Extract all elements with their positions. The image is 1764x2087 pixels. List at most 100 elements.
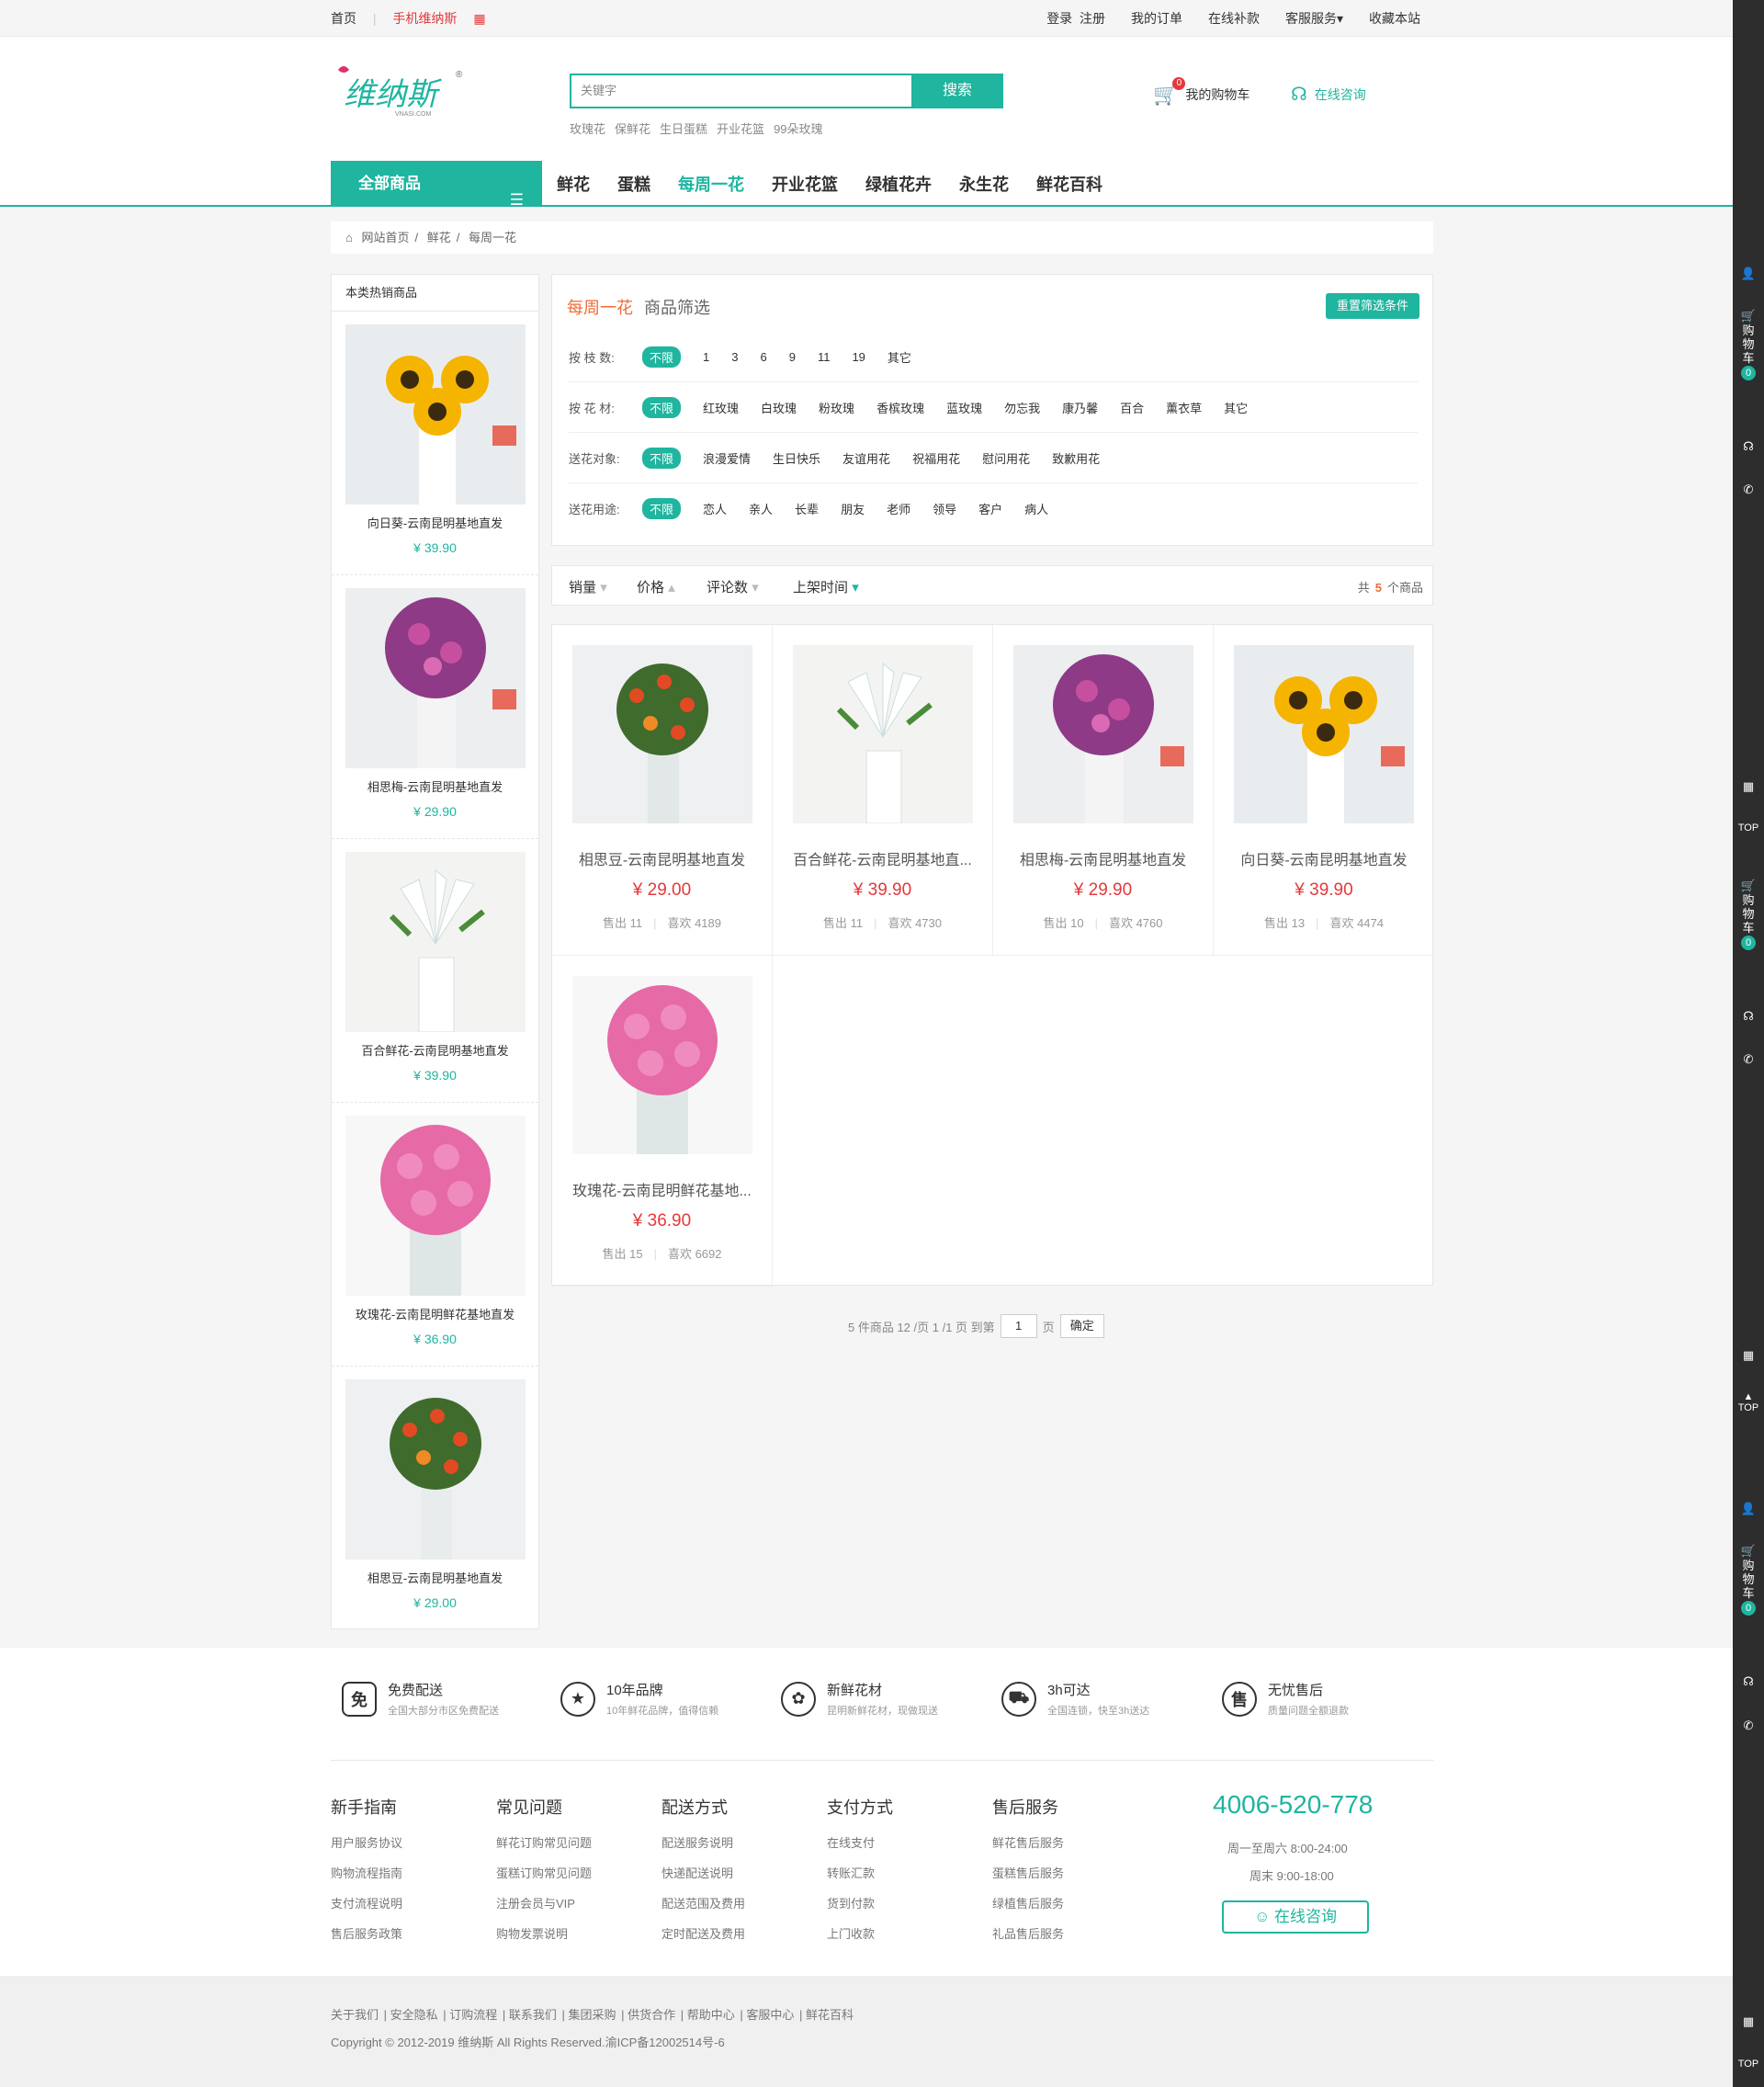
logo[interactable]: 维纳斯 ® VNASI.COM [331,61,478,119]
product-card[interactable]: 玫瑰花-云南昆明鲜花基地... ¥ 36.90 售出 15 | 喜欢 6692 [552,956,773,1287]
sidebar-product[interactable]: 百合鲜花-云南昆明基地直发 ¥ 39.90 [332,839,538,1103]
footer-link[interactable]: 鲜花售后服务 [992,1833,1064,1851]
filter-option-selected[interactable]: 不限 [642,498,682,519]
nav-item[interactable]: 鲜花百科 [1036,172,1102,196]
filter-option[interactable]: 白玫瑰 [761,399,797,416]
sidebar-product[interactable]: 玫瑰花-云南昆明鲜花基地直发 ¥ 36.90 [332,1103,538,1367]
sort-sales[interactable]: 销量 ▾ [569,577,607,596]
footer-link[interactable]: 快递配送说明 [662,1864,745,1881]
product-card[interactable]: 相思豆-云南昆明基地直发 ¥ 29.00 售出 11 | 喜欢 4189 [552,625,773,956]
filter-option[interactable]: 老师 [887,500,910,517]
bottom-link[interactable]: 订购流程 [449,2008,497,2022]
product-name[interactable]: 相思梅-云南昆明基地直发 [993,847,1213,869]
footer-link[interactable]: 上门收款 [827,1924,893,1942]
bottom-link[interactable]: 集团采购 [569,2008,616,2022]
footer-link[interactable]: 定时配送及费用 [662,1924,745,1942]
bottom-link[interactable]: 客服中心 [746,2008,794,2022]
filter-option[interactable]: 香槟玫瑰 [876,399,924,416]
back-to-top[interactable]: TOP [1733,822,1764,834]
filter-option[interactable]: 祝福用花 [912,449,960,467]
headset-icon[interactable]: ☊ [1733,1009,1764,1024]
filter-option[interactable]: 粉玫瑰 [819,399,854,416]
nav-item[interactable]: 开业花篮 [772,172,838,196]
product-card[interactable]: 相思梅-云南昆明基地直发 ¥ 29.90 售出 10 | 喜欢 4760 [993,625,1214,956]
reset-filter-button[interactable]: 重置筛选条件 [1325,293,1419,319]
bottom-link[interactable]: 安全隐私 [390,2008,438,2022]
product-name[interactable]: 相思梅-云南昆明基地直发 [332,777,538,795]
bottom-link[interactable]: 鲜花百科 [806,2008,854,2022]
filter-option[interactable]: 客户 [978,500,1002,517]
filter-option[interactable]: 其它 [1224,399,1248,416]
sidebar-product[interactable]: 相思豆-云南昆明基地直发 ¥ 29.00 [332,1367,538,1630]
product-card[interactable]: 向日葵-云南昆明基地直发 ¥ 39.90 售出 13 | 喜欢 4474 [1214,625,1434,956]
filter-option[interactable]: 浪漫爱情 [703,449,751,467]
nav-item[interactable]: 蛋糕 [617,172,650,196]
sidebar-product[interactable]: 向日葵-云南昆明基地直发 ¥ 39.90 [332,312,538,575]
filter-option[interactable]: 11 [818,350,831,364]
online-consult-button[interactable]: ☺ 在线咨询 [1222,1900,1369,1934]
crumb-link[interactable]: 鲜花 [427,231,451,244]
footer-link[interactable]: 配送服务说明 [662,1833,745,1851]
filter-option[interactable]: 其它 [888,348,911,366]
filter-option[interactable]: 红玫瑰 [703,399,739,416]
favorite-link[interactable]: 收藏本站 [1369,0,1420,37]
sidebar-product[interactable]: 相思梅-云南昆明基地直发 ¥ 29.90 [332,575,538,839]
product-name[interactable]: 百合鲜花-云南昆明基地直... [773,847,992,869]
home-link[interactable]: 首页 [331,11,356,26]
filter-option[interactable]: 病人 [1024,500,1048,517]
footer-link[interactable]: 用户服务协议 [331,1833,402,1851]
pay-link[interactable]: 在线补款 [1208,0,1260,37]
footer-link[interactable]: 购物发票说明 [496,1924,592,1942]
page-go-button[interactable]: 确定 [1059,1314,1104,1338]
product-card[interactable]: 百合鲜花-云南昆明基地直... ¥ 39.90 售出 11 | 喜欢 4730 [773,625,993,956]
product-name[interactable]: 玫瑰花-云南昆明鲜花基地直发 [332,1305,538,1322]
headset-icon[interactable]: ☊ [1733,1674,1764,1689]
toolbar-cart[interactable]: 🛒 购物车 0 [1733,879,1764,950]
filter-option[interactable]: 百合 [1120,399,1144,416]
footer-link[interactable]: 配送范围及费用 [662,1894,745,1911]
phone-icon[interactable]: ✆ [1733,1718,1764,1733]
nav-item[interactable]: 鲜花 [557,172,590,196]
product-image[interactable] [345,324,526,505]
filter-option[interactable]: 生日快乐 [773,449,820,467]
consult-link[interactable]: ☊ 在线咨询 [1291,83,1366,106]
filter-option[interactable]: 朋友 [841,500,865,517]
product-name[interactable]: 百合鲜花-云南昆明基地直发 [332,1041,538,1059]
product-image[interactable] [345,852,526,1033]
nav-item[interactable]: 每周一花 [678,172,744,196]
qrcode-icon[interactable]: ▦ [1733,2014,1764,2029]
filter-option[interactable]: 6 [760,350,766,364]
user-icon[interactable]: 👤 [1733,267,1764,281]
orders-link[interactable]: 我的订单 [1131,0,1182,37]
footer-link[interactable]: 鲜花订购常见问题 [496,1833,592,1851]
filter-option-selected[interactable]: 不限 [642,447,682,469]
filter-option[interactable]: 19 [852,350,865,364]
filter-option[interactable]: 薰衣草 [1166,399,1202,416]
product-image[interactable] [571,645,752,823]
filter-option[interactable]: 友谊用花 [842,449,890,467]
filter-option[interactable]: 9 [789,350,796,364]
toolbar-cart[interactable]: 🛒 购物车 0 [1733,1544,1764,1616]
hot-keyword[interactable]: 99朵玫瑰 [774,119,822,137]
bottom-link[interactable]: 关于我们 [331,2008,379,2022]
product-image[interactable] [1012,645,1193,823]
product-image[interactable] [792,645,973,824]
filter-option[interactable]: 慰问用花 [982,449,1030,467]
crumb-link[interactable]: 网站首页 [361,231,409,244]
bottom-link[interactable]: 帮助中心 [687,2008,735,2022]
user-icon[interactable]: 👤 [1733,1502,1764,1516]
nav-item[interactable]: 永生花 [959,172,1009,196]
filter-option-selected[interactable]: 不限 [642,396,682,418]
filter-option[interactable]: 蓝玫瑰 [946,399,982,416]
back-to-top[interactable]: TOP [1733,2059,1764,2070]
footer-link[interactable]: 蛋糕订购常见问题 [496,1864,592,1881]
login-link[interactable]: 登录 [1046,11,1072,26]
cart-link[interactable]: 🛒 0 我的购物车 [1153,77,1250,107]
product-image[interactable] [345,1379,526,1560]
bottom-link[interactable]: 联系我们 [509,2008,557,2022]
product-image[interactable] [571,976,752,1154]
headset-icon[interactable]: ☊ [1733,439,1764,454]
product-name[interactable]: 向日葵-云南昆明基地直发 [332,514,538,531]
service-dropdown[interactable]: 客服服务▾ [1285,0,1343,37]
hot-keyword[interactable]: 开业花篮 [717,119,764,137]
